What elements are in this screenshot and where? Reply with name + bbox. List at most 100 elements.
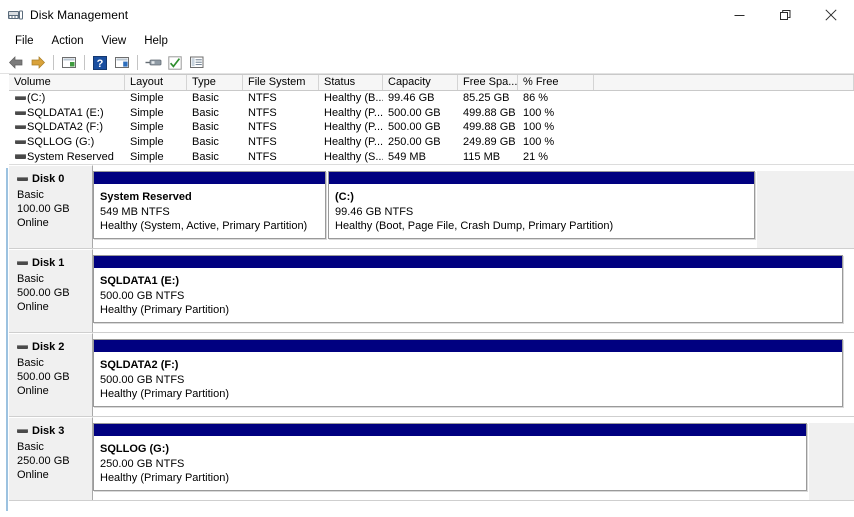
- partition-size-fs: 549 MB NTFS: [100, 205, 170, 218]
- disk-state-1: Online: [17, 300, 49, 313]
- disk-row-2[interactable]: Disk 2 Basic 500.00 GB Online SQLDATA2 (…: [9, 332, 854, 417]
- partition-sqldata2-f[interactable]: SQLDATA2 (F:) 500.00 GB NTFS Healthy (Pr…: [93, 338, 843, 407]
- table-row[interactable]: SQLDATA1 (E:) Simple Basic NTFS Healthy …: [9, 106, 854, 121]
- disk-title-3: Disk 3: [17, 425, 92, 437]
- table-row[interactable]: (C:) Simple Basic NTFS Healthy (B... 99.…: [9, 91, 854, 106]
- restore-button[interactable]: [762, 0, 808, 30]
- volume-disk-icon: [14, 96, 27, 101]
- disk-type-1: Basic: [17, 272, 44, 285]
- column-header-volume[interactable]: Volume: [9, 75, 125, 90]
- show-hide-console-tree-icon[interactable]: [58, 53, 80, 73]
- cell-percent-free: 21 %: [523, 150, 549, 163]
- cell-volume: SQLDATA1 (E:): [9, 106, 125, 120]
- window-title: Disk Management: [30, 8, 129, 22]
- disk-icon: [17, 344, 28, 349]
- disk-info-2[interactable]: Disk 2 Basic 500.00 GB Online: [9, 332, 93, 416]
- column-header-free-space[interactable]: Free Spa...: [458, 75, 518, 90]
- cell-status: Healthy (P...: [324, 136, 383, 149]
- disk-info-0[interactable]: Disk 0 Basic 100.00 GB Online: [9, 164, 93, 248]
- column-header-type[interactable]: Type: [187, 75, 243, 90]
- cell-capacity: 500.00 GB: [388, 121, 441, 134]
- disk-name-label: Disk 2: [32, 340, 65, 353]
- disk-unallocated-spacer: [757, 170, 854, 248]
- partition-details: SQLLOG (G:) 250.00 GB NTFS Healthy (Prim…: [94, 436, 806, 490]
- partition-name: (C:): [335, 190, 354, 203]
- disk-row-3[interactable]: Disk 3 Basic 250.00 GB Online SQLLOG (G:…: [9, 416, 854, 501]
- partition-usage-bar: [94, 171, 325, 185]
- disk-name-label: Disk 1: [32, 256, 65, 269]
- column-header-filler: [594, 75, 854, 90]
- show-hide-action-pane-icon[interactable]: [111, 53, 133, 73]
- partition-health: Healthy (Primary Partition): [100, 387, 229, 400]
- disk-row-0[interactable]: Disk 0 Basic 100.00 GB Online System Res…: [9, 164, 854, 249]
- rescan-disks-icon[interactable]: [164, 53, 186, 73]
- partition-health: Healthy (System, Active, Primary Partiti…: [100, 219, 308, 232]
- column-header-status[interactable]: Status: [319, 75, 383, 90]
- table-row[interactable]: SQLLOG (G:) Simple Basic NTFS Healthy (P…: [9, 135, 854, 150]
- partition-name: SQLDATA2 (F:): [100, 358, 179, 371]
- cell-layout: Simple: [130, 106, 164, 119]
- column-header-percent-free[interactable]: % Free: [518, 75, 594, 90]
- disk-info-3[interactable]: Disk 3 Basic 250.00 GB Online: [9, 416, 93, 500]
- cell-layout: Simple: [130, 150, 164, 163]
- cell-layout: Simple: [130, 121, 164, 134]
- svg-text:?: ?: [97, 58, 104, 70]
- disk-type-2: Basic: [17, 356, 44, 369]
- close-button[interactable]: [808, 0, 854, 30]
- partition-system-reserved[interactable]: System Reserved 549 MB NTFS Healthy (Sys…: [93, 170, 326, 239]
- partition-c-drive[interactable]: (C:) 99.46 GB NTFS Healthy (Boot, Page F…: [328, 170, 755, 239]
- help-icon[interactable]: ?: [89, 53, 111, 73]
- partition-sqllog-g[interactable]: SQLLOG (G:) 250.00 GB NTFS Healthy (Prim…: [93, 422, 807, 491]
- cell-status: Healthy (P...: [324, 121, 383, 134]
- cell-capacity: 250.00 GB: [388, 136, 441, 149]
- cell-capacity: 500.00 GB: [388, 106, 441, 119]
- volume-list-pane: Volume Layout Type File System Status Ca…: [0, 74, 854, 165]
- disk-icon: [17, 428, 28, 433]
- title-bar: Disk Management: [0, 0, 854, 30]
- minimize-button[interactable]: [716, 0, 762, 30]
- partition-size-fs: 99.46 GB NTFS: [335, 205, 414, 218]
- volume-disk-icon: [14, 154, 27, 160]
- forward-icon[interactable]: [27, 53, 49, 73]
- menu-view[interactable]: View: [93, 31, 136, 51]
- disk-size-1: 500.00 GB: [17, 286, 70, 299]
- cell-volume-label: (C:): [27, 92, 46, 105]
- cell-free-space: 115 MB: [463, 150, 501, 163]
- disk-state-0: Online: [17, 216, 49, 229]
- partition-sqldata1-e[interactable]: SQLDATA1 (E:) 500.00 GB NTFS Healthy (Pr…: [93, 254, 843, 323]
- table-row[interactable]: SQLDATA2 (F:) Simple Basic NTFS Healthy …: [9, 120, 854, 135]
- menu-action[interactable]: Action: [43, 31, 93, 51]
- partition-name: System Reserved: [100, 190, 192, 203]
- back-icon[interactable]: [5, 53, 27, 73]
- disk-state-3: Online: [17, 468, 49, 481]
- menu-help[interactable]: Help: [135, 31, 177, 51]
- column-header-capacity[interactable]: Capacity: [383, 75, 458, 90]
- partition-size-fs: 500.00 GB NTFS: [100, 289, 185, 302]
- column-header-file-system[interactable]: File System: [243, 75, 319, 90]
- disk-size-0: 100.00 GB: [17, 202, 70, 215]
- left-scroll-strip[interactable]: [0, 74, 9, 517]
- cell-volume: SQLDATA2 (F:): [9, 120, 125, 134]
- disk-management-icon: [7, 7, 23, 23]
- cell-volume-label: SQLDATA2 (F:): [27, 121, 103, 134]
- disk-name-label: Disk 3: [32, 424, 65, 437]
- cell-status: Healthy (P...: [324, 106, 383, 119]
- volume-disk-icon: [14, 110, 27, 115]
- cell-capacity: 549 MB: [388, 150, 426, 163]
- disk-icon: [17, 260, 28, 265]
- table-row[interactable]: System Reserved Simple Basic NTFS Health…: [9, 149, 854, 164]
- disk-state-2: Online: [17, 384, 49, 397]
- content-area: Volume Layout Type File System Status Ca…: [0, 74, 854, 517]
- cell-capacity: 99.46 GB: [388, 92, 435, 105]
- cell-type: Basic: [192, 106, 219, 119]
- graphical-disk-pane: Disk 0 Basic 100.00 GB Online System Res…: [0, 164, 854, 517]
- disk-row-1[interactable]: Disk 1 Basic 500.00 GB Online SQLDATA1 (…: [9, 248, 854, 333]
- column-header-layout[interactable]: Layout: [125, 75, 187, 90]
- window-controls: [716, 0, 854, 30]
- disk-info-1[interactable]: Disk 1 Basic 500.00 GB Online: [9, 248, 93, 332]
- menu-file[interactable]: File: [6, 31, 43, 51]
- partition-details: SQLDATA1 (E:) 500.00 GB NTFS Healthy (Pr…: [94, 268, 842, 322]
- disk-partitions-1: SQLDATA1 (E:) 500.00 GB NTFS Healthy (Pr…: [93, 249, 854, 332]
- list-view-icon[interactable]: [186, 53, 208, 73]
- properties-icon[interactable]: [142, 53, 164, 73]
